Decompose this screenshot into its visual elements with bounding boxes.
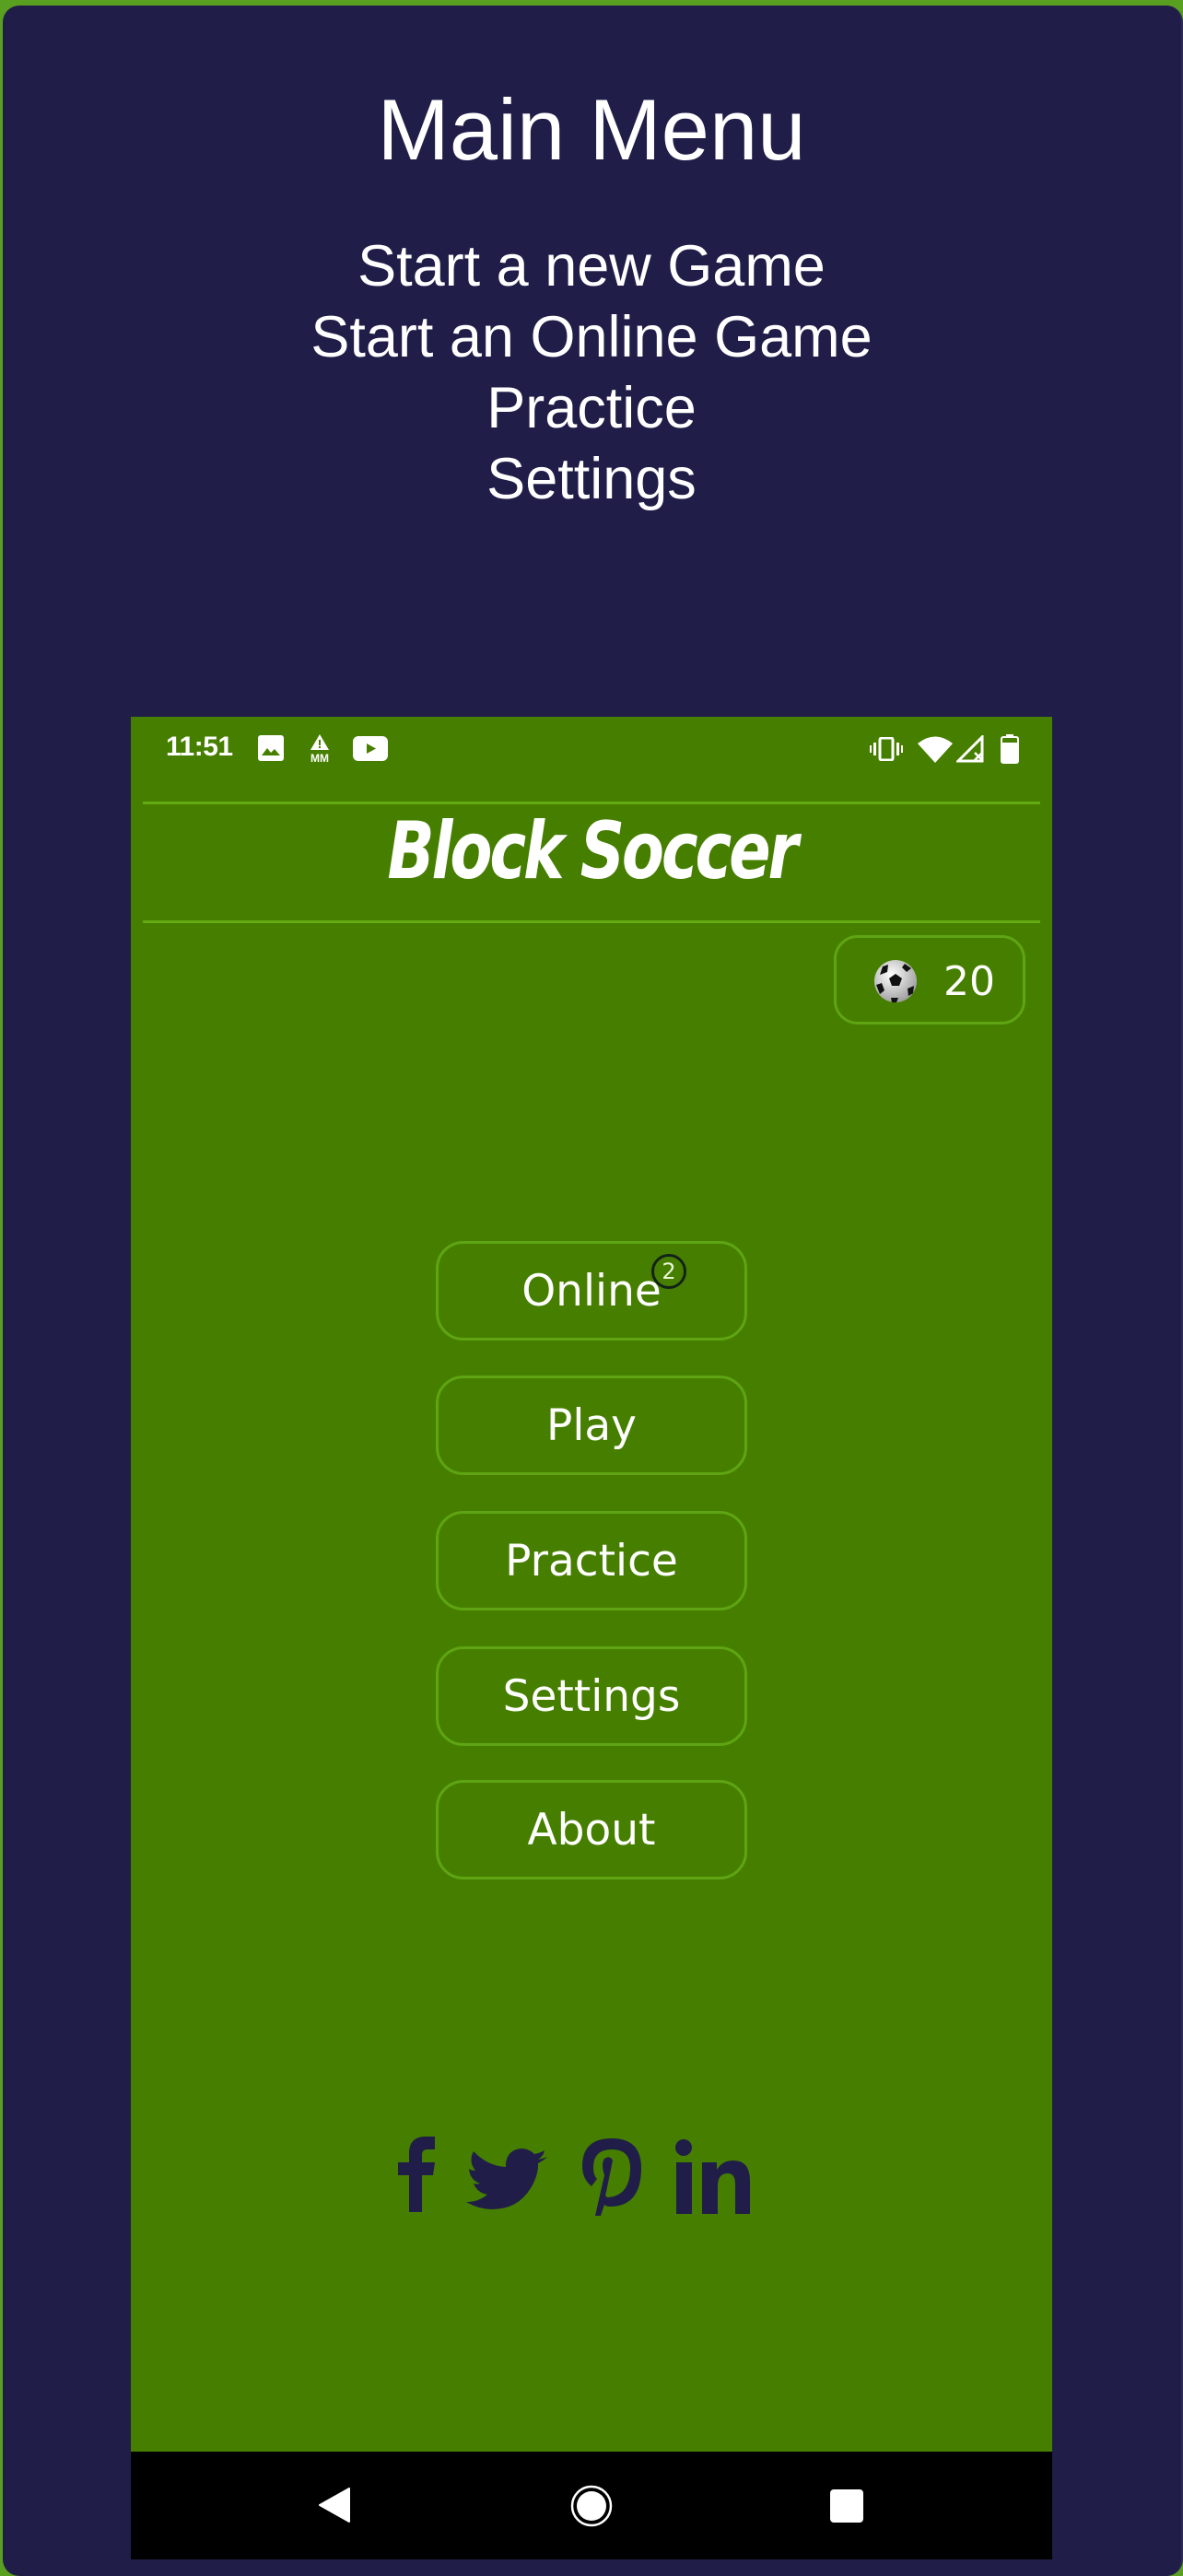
- drive-warning-icon: MM: [310, 734, 329, 763]
- practice-button-label: Practice: [505, 1535, 678, 1587]
- main-menu-title: Main Menu: [377, 81, 806, 178]
- wifi-icon: [918, 736, 953, 763]
- navigation-bar: [131, 2452, 1052, 2559]
- soccer-ball-icon: [874, 960, 917, 1002]
- settings-button[interactable]: Settings: [436, 1646, 747, 1746]
- header-divider-bottom: [143, 920, 1040, 923]
- ball-count: 20: [943, 958, 995, 1005]
- twitter-icon[interactable]: [466, 2141, 549, 2224]
- home-icon[interactable]: [570, 2485, 613, 2527]
- online-button[interactable]: Online: [436, 1241, 747, 1341]
- vibrate-icon: [870, 737, 903, 761]
- main-menu-list: Start a new Game Start an Online Game Pr…: [0, 231, 1183, 515]
- battery-icon: [1001, 734, 1019, 764]
- main-menu-item-practice[interactable]: Practice: [0, 373, 1183, 444]
- facebook-icon[interactable]: [398, 2132, 435, 2215]
- main-menu-item-online-game[interactable]: Start an Online Game: [0, 302, 1183, 373]
- image-icon: [258, 735, 284, 761]
- online-button-label: Online: [521, 1265, 662, 1317]
- phone-screen: 11:51 MM Block Soccer 20 Online 2 Play P…: [131, 717, 1052, 2559]
- header-divider-top: [143, 802, 1040, 804]
- pinterest-icon[interactable]: [582, 2136, 641, 2219]
- status-time: 11:51: [166, 732, 233, 762]
- status-bar: 11:51 MM: [131, 717, 1052, 790]
- main-menu-item-settings[interactable]: Settings: [0, 444, 1183, 515]
- main-menu-item-new-game[interactable]: Start a new Game: [0, 231, 1183, 302]
- ball-counter[interactable]: 20: [834, 935, 1025, 1025]
- about-button[interactable]: About: [436, 1780, 747, 1879]
- settings-button-label: Settings: [502, 1670, 681, 1722]
- youtube-icon: [353, 736, 388, 761]
- play-button[interactable]: Play: [436, 1376, 747, 1475]
- online-notification-badge: 2: [651, 1254, 686, 1289]
- back-icon[interactable]: [318, 2488, 351, 2523]
- no-signal-icon: [956, 735, 984, 763]
- recents-icon[interactable]: [829, 2488, 864, 2523]
- svg-text:MM: MM: [310, 752, 329, 763]
- about-button-label: About: [527, 1804, 656, 1856]
- app-title: Block Soccer: [387, 805, 798, 897]
- play-button-label: Play: [545, 1399, 638, 1451]
- linkedin-icon[interactable]: [674, 2136, 752, 2219]
- practice-button[interactable]: Practice: [436, 1511, 747, 1610]
